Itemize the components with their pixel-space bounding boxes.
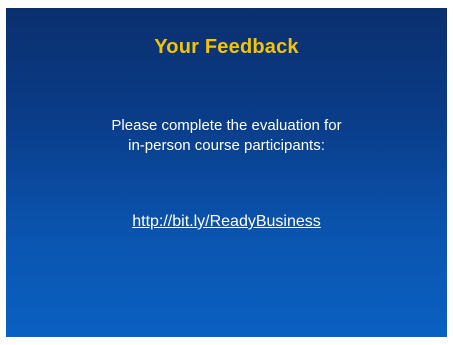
slide-title: Your Feedback bbox=[154, 36, 299, 58]
instruction-line-2: in-person course participants: bbox=[128, 137, 325, 154]
instruction-text: Please complete the evaluation for in-pe… bbox=[6, 116, 447, 156]
slide: Your Feedback Please complete the evalua… bbox=[6, 8, 447, 337]
feedback-link-container: http://bit.ly/ReadyBusiness bbox=[6, 213, 447, 231]
instruction-line-1: Please complete the evaluation for bbox=[111, 117, 342, 134]
feedback-link[interactable]: http://bit.ly/ReadyBusiness bbox=[132, 213, 321, 230]
